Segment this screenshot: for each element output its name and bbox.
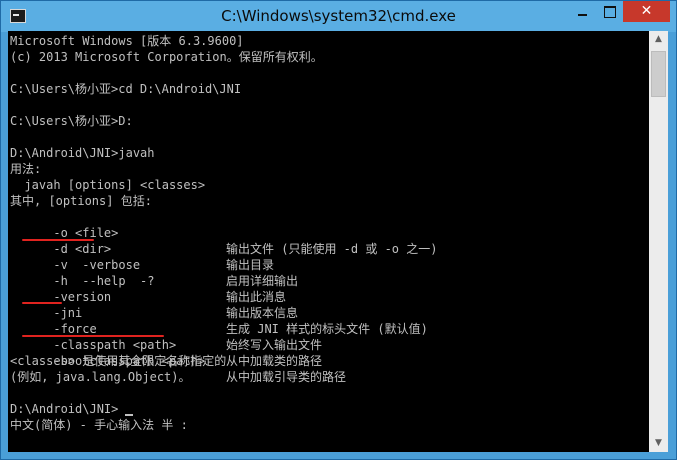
scroll-thumb[interactable] xyxy=(651,51,666,97)
arrow-up-icon: ▲ xyxy=(655,34,662,44)
option-row: -jni 生成 JNI 样式的标头文件 (默认值) xyxy=(10,289,640,336)
option-row: -force 始终写入输出文件 xyxy=(10,305,640,352)
annotation-underline-classpath xyxy=(22,335,164,337)
maximize-button[interactable] xyxy=(596,1,623,22)
option-row: -o <file> 输出文件 (只能使用 -d 或 -o 之一) xyxy=(10,209,640,256)
console-line: 其中, [options] 包括: xyxy=(10,194,152,208)
option-desc: 从中加载引导类的路径 xyxy=(226,370,347,384)
ime-status: 中文(简体) - 手心输入法 半 : xyxy=(10,418,188,432)
console-line: Microsoft Windows [版本 6.3.9600] xyxy=(10,34,244,48)
scroll-up-button[interactable]: ▲ xyxy=(649,31,668,48)
option-row: -bootclasspath <path> 从中加载引导类的路径 xyxy=(10,337,640,384)
console-line: <classes> 是使用其全限定名称指定的 xyxy=(10,354,227,368)
option-row: -v -verbose 启用详细输出 xyxy=(10,241,640,288)
console-line: C:\Users\杨小亚>cd D:\Android\JNI xyxy=(10,82,242,96)
option-desc: 从中加载类的路径 xyxy=(226,354,323,368)
console-line: (例如, java.lang.Object)。 xyxy=(10,370,191,384)
close-icon: ✕ xyxy=(640,3,653,19)
close-button[interactable]: ✕ xyxy=(623,1,670,22)
minimize-button[interactable] xyxy=(569,1,596,22)
annotation-underline-d xyxy=(22,239,94,241)
console-output[interactable]: Microsoft Windows [版本 6.3.9600] (c) 2013… xyxy=(8,31,649,452)
console-line: (c) 2013 Microsoft Corporation。保留所有权利。 xyxy=(10,50,323,64)
scroll-down-button[interactable]: ▼ xyxy=(649,435,668,452)
console-line: javah [options] <classes> xyxy=(10,178,206,192)
console-line: 用法: xyxy=(10,162,42,176)
vertical-scrollbar[interactable]: ▲ ▼ xyxy=(649,31,668,452)
command-prompt[interactable]: D:\Android\JNI> xyxy=(10,401,118,417)
annotation-underline-jni xyxy=(22,302,62,304)
option-row: -h --help -? 输出此消息 xyxy=(10,257,640,304)
text-cursor xyxy=(125,414,133,416)
arrow-down-icon: ▼ xyxy=(655,438,662,448)
title-bar[interactable]: C:\Windows\system32\cmd.exe ✕ xyxy=(1,1,676,32)
option-row: -version 输出版本信息 xyxy=(10,273,640,320)
console-line: C:\Users\杨小亚>D: xyxy=(10,114,133,128)
option-row: -d <dir> 输出目录 xyxy=(10,225,640,272)
console-line: D:\Android\JNI>javah xyxy=(10,146,155,160)
